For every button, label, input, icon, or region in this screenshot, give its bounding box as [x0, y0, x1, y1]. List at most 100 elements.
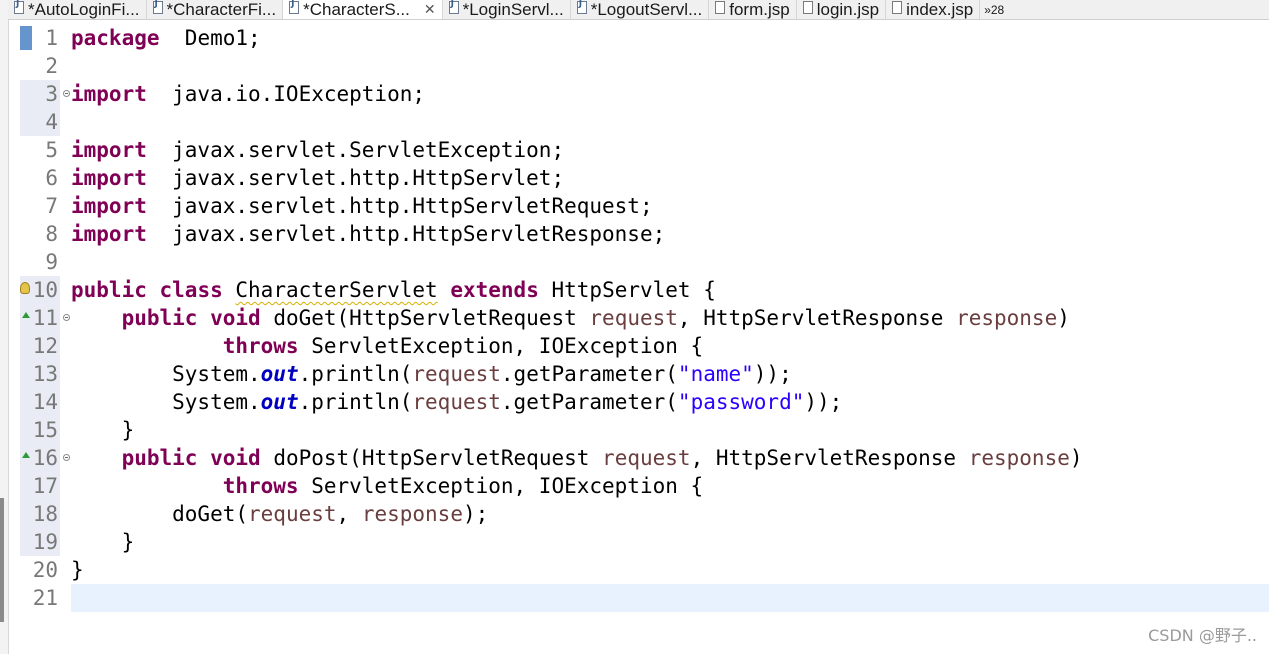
line-number-text: 16 [32, 446, 58, 470]
code-line[interactable] [71, 584, 1269, 612]
code-token: javax.servlet.http.HttpServletResponse; [146, 222, 666, 246]
line-number: 12 [20, 332, 60, 360]
tab-label: »28 [984, 2, 1005, 17]
java-file-icon [289, 0, 300, 14]
code-line[interactable]: } [71, 556, 1269, 584]
fold-toggle-icon[interactable] [63, 314, 70, 321]
tab-7[interactable]: index.jsp [886, 0, 981, 19]
code-token: import [71, 166, 147, 190]
code-token: .println( [298, 390, 413, 414]
code-token: ); [462, 502, 489, 526]
java-file-icon [448, 0, 459, 14]
code-token: , HttpServletResponse [690, 446, 969, 470]
tab-0[interactable]: *AutoLoginFi... [8, 0, 147, 19]
code-line[interactable]: throws ServletException, IOException { [71, 472, 1269, 500]
code-line[interactable]: doGet(request, response); [71, 500, 1269, 528]
code-token: "password" [677, 390, 805, 414]
code-line[interactable] [71, 108, 1269, 136]
editor-tab-bar: *AutoLoginFi... *CharacterFi... *Character… [8, 0, 1269, 20]
code-token: .getParameter( [500, 362, 678, 386]
code-token: )); [804, 390, 843, 414]
code-token: "name" [677, 362, 754, 386]
code-token: } [71, 530, 135, 554]
line-number: 20 [20, 556, 60, 584]
code-token: CharacterServlet [235, 278, 438, 302]
line-number: 8 [20, 220, 60, 248]
close-tab-icon[interactable]: ✕ [424, 1, 436, 18]
code-token: javax.servlet.http.HttpServlet; [146, 166, 565, 190]
code-line[interactable]: package Demo1; [71, 24, 1269, 52]
code-line[interactable]: import javax.servlet.http.HttpServletReq… [71, 192, 1269, 220]
code-token: response [956, 306, 1058, 330]
code-token: request [589, 306, 678, 330]
line-number-text: 4 [45, 110, 58, 134]
sidebar-scroll-marker[interactable] [0, 498, 4, 622]
code-token: throws [222, 334, 299, 358]
jsp-file-icon [802, 1, 813, 14]
line-number: 1 [20, 24, 60, 52]
line-number: 2 [20, 52, 60, 80]
code-line[interactable]: System.out.println(request.getParameter(… [71, 388, 1269, 416]
line-number-text: 3 [45, 82, 58, 106]
code-token: .println( [298, 362, 413, 386]
code-editor[interactable]: package Demo1; import java.io.IOException… [71, 24, 1269, 654]
code-line[interactable]: public void doPost(HttpServletRequest re… [71, 444, 1269, 472]
tab-3[interactable]: *LoginServl... [443, 0, 571, 19]
tab-2[interactable]: *CharacterS... ✕ [283, 0, 443, 19]
line-number-text: 21 [32, 586, 58, 610]
code-line[interactable]: throws ServletException, IOException { [71, 332, 1269, 360]
line-number-text: 13 [32, 362, 58, 386]
line-number: 5 [20, 136, 60, 164]
code-line[interactable]: import javax.servlet.http.HttpServlet; [71, 164, 1269, 192]
code-line[interactable]: public void doGet(HttpServletRequest req… [71, 304, 1269, 332]
tab-1[interactable]: *CharacterFi... [147, 0, 284, 19]
code-line[interactable]: public class CharacterServlet extends Ht… [71, 276, 1269, 304]
code-token: void [210, 306, 261, 330]
tab-5[interactable]: form.jsp [709, 0, 797, 19]
code-line[interactable]: import javax.servlet.http.HttpServletRes… [71, 220, 1269, 248]
code-token: response [361, 502, 463, 526]
jsp-file-icon [715, 1, 726, 14]
tab-8[interactable]: »28 [980, 0, 1008, 19]
line-number-text: 8 [45, 222, 58, 246]
code-token: request [248, 502, 337, 526]
code-token: import [71, 82, 147, 106]
tab-4[interactable]: *LogoutServl... [571, 0, 710, 19]
warning-bulb-icon[interactable] [20, 282, 30, 294]
line-number-text: 11 [32, 306, 58, 330]
code-line[interactable]: import java.io.IOException; [71, 80, 1269, 108]
code-token: throws [222, 474, 299, 498]
code-token: import [71, 222, 147, 246]
line-number: 21 [20, 584, 60, 612]
code-line[interactable]: System.out.println(request.getParameter(… [71, 360, 1269, 388]
code-token: request [412, 390, 501, 414]
fold-toggle-icon[interactable] [63, 454, 70, 461]
line-number: 6 [20, 164, 60, 192]
code-token: out [260, 362, 299, 386]
code-token: out [260, 390, 299, 414]
tab-6[interactable]: login.jsp [797, 0, 887, 19]
code-token: public [121, 306, 198, 330]
code-line[interactable]: } [71, 416, 1269, 444]
code-line[interactable]: import javax.servlet.ServletException; [71, 136, 1269, 164]
code-token: doGet(HttpServletRequest [260, 306, 590, 330]
code-line[interactable] [71, 248, 1269, 276]
code-token: ServletException, IOException { [298, 334, 704, 358]
fold-toggle-icon[interactable] [63, 90, 70, 97]
code-token: public [71, 278, 147, 302]
code-line[interactable] [71, 52, 1269, 80]
line-number-text: 9 [45, 250, 58, 274]
line-number: 13 [20, 360, 60, 388]
line-number-text: 2 [45, 54, 58, 78]
jsp-file-icon [892, 1, 903, 14]
java-file-icon [14, 0, 24, 14]
line-number-text: 18 [32, 502, 58, 526]
code-token: class [159, 278, 223, 302]
code-token: request [412, 362, 501, 386]
code-line[interactable]: } [71, 528, 1269, 556]
watermark: CSDN @野子.. [1148, 626, 1257, 645]
